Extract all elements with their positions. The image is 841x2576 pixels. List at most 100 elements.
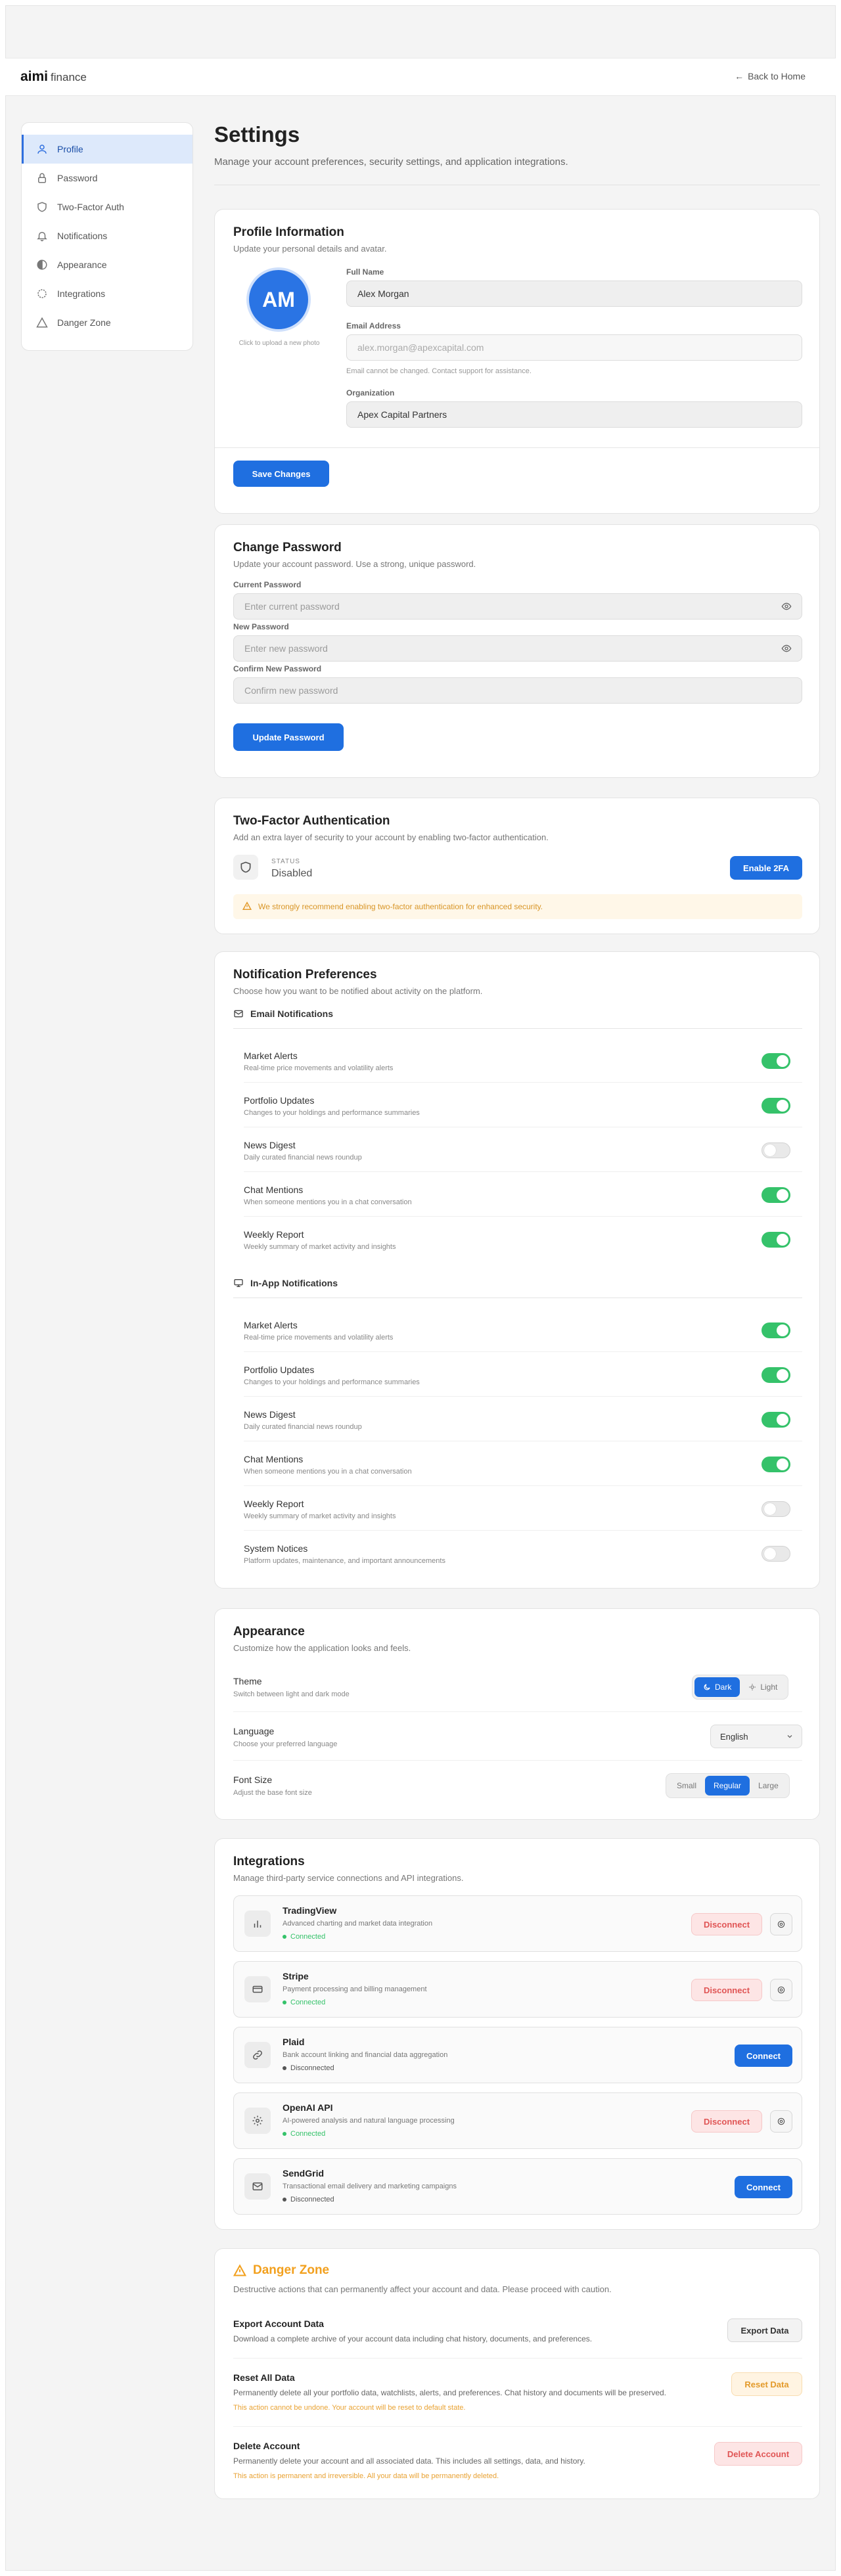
- toggle-switch[interactable]: [761, 1412, 790, 1428]
- brand-logo[interactable]: aimi finance: [20, 69, 87, 85]
- sidebar-item-password[interactable]: Password: [22, 164, 193, 192]
- email-hint: Email cannot be changed. Contact support…: [346, 367, 532, 375]
- toggle-switch[interactable]: [761, 1098, 790, 1114]
- list-item: Weekly Report Weekly summary of market a…: [244, 1229, 802, 1251]
- toggle-switch[interactable]: [761, 1142, 790, 1158]
- notif-desc: Changes to your holdings and performance…: [244, 1109, 420, 1117]
- bar-chart-icon: [244, 1910, 271, 1937]
- theme-light-label: Light: [760, 1683, 778, 1692]
- shield-icon: [233, 855, 258, 880]
- confirm-password-input[interactable]: Confirm new password: [233, 677, 802, 704]
- sidebar-item-appearance[interactable]: Appearance: [22, 250, 193, 279]
- page-header: Settings Manage your account preferences…: [214, 122, 820, 185]
- gear-icon[interactable]: [770, 2110, 792, 2133]
- section-heading-label: Email Notifications: [250, 1008, 334, 1019]
- toggle-switch[interactable]: [761, 1367, 790, 1383]
- section-heading-label: In-App Notifications: [250, 1278, 338, 1288]
- disconnect-button[interactable]: Disconnect: [691, 2110, 762, 2133]
- save-changes-button[interactable]: Save Changes: [233, 461, 329, 487]
- delete-account-button[interactable]: Delete Account: [714, 2442, 802, 2466]
- sidebar-item-label: Two-Factor Auth: [57, 202, 124, 212]
- sidebar-item-two-factor[interactable]: Two-Factor Auth: [22, 192, 193, 221]
- danger-zone-title-text: Danger Zone: [253, 2263, 330, 2277]
- appearance-title: Appearance: [233, 1625, 305, 1638]
- delete-desc: Permanently delete your account and all …: [233, 2456, 585, 2466]
- sidebar-item-notifications[interactable]: Notifications: [22, 221, 193, 250]
- eye-icon[interactable]: [781, 643, 792, 654]
- toggle-switch[interactable]: [761, 1322, 790, 1338]
- eye-icon[interactable]: [781, 601, 792, 612]
- export-data-button[interactable]: Export Data: [727, 2318, 802, 2342]
- integration-desc: Transactional email delivery and marketi…: [283, 2182, 457, 2190]
- disconnect-button[interactable]: Disconnect: [691, 1979, 762, 2001]
- avatar[interactable]: AM: [246, 267, 311, 332]
- integrations-subtitle: Manage third-party service connections a…: [233, 1873, 464, 1883]
- row-divider: [244, 1396, 802, 1397]
- list-item: System Notices Platform updates, mainten…: [244, 1543, 802, 1565]
- email-label: Email Address: [346, 321, 401, 330]
- language-desc: Choose your preferred language: [233, 1740, 338, 1748]
- back-label: Back to Home: [748, 71, 806, 81]
- export-desc: Download a complete archive of your acco…: [233, 2334, 593, 2343]
- status-text: Connected: [290, 1999, 326, 2006]
- organization-input[interactable]: Apex Capital Partners: [346, 401, 802, 428]
- warning-icon: [36, 317, 48, 328]
- connect-button[interactable]: Connect: [735, 2176, 792, 2198]
- toggle-switch[interactable]: [761, 1232, 790, 1248]
- gear-icon[interactable]: [770, 1913, 792, 1935]
- theme-light-option[interactable]: Light: [740, 1677, 786, 1697]
- new-password-label: New Password: [233, 622, 289, 631]
- status-label: STATUS: [271, 858, 300, 865]
- notif-desc: Real-time price movements and volatility…: [244, 1334, 394, 1342]
- notif-desc: Daily curated financial news roundup: [244, 1423, 362, 1431]
- toggle-switch[interactable]: [761, 1546, 790, 1562]
- full-name-input[interactable]: Alex Morgan: [346, 281, 802, 307]
- card-divider: [215, 447, 819, 448]
- enable-2fa-button[interactable]: Enable 2FA: [730, 856, 802, 880]
- status-text: Connected: [290, 2130, 326, 2138]
- gear-icon[interactable]: [770, 1979, 792, 2001]
- notif-desc: Daily curated financial news roundup: [244, 1154, 362, 1162]
- email-input[interactable]: alex.morgan@apexcapital.com: [346, 334, 802, 361]
- sidebar-item-danger-zone[interactable]: Danger Zone: [22, 308, 193, 337]
- notif-desc: When someone mentions you in a chat conv…: [244, 1468, 412, 1476]
- status-badge: Disconnected: [283, 2196, 334, 2203]
- list-item: Weekly Report Weekly summary of market a…: [244, 1499, 802, 1520]
- profile-subtitle: Update your personal details and avatar.: [233, 244, 387, 254]
- font-small-option[interactable]: Small: [668, 1776, 705, 1796]
- sidebar-item-label: Appearance: [57, 260, 107, 270]
- toggle-switch[interactable]: [761, 1053, 790, 1069]
- notifications-title: Notification Preferences: [233, 968, 377, 982]
- sidebar-item-profile[interactable]: Profile: [22, 135, 193, 164]
- danger-zone-title: Danger Zone: [233, 2263, 329, 2278]
- back-to-home-link[interactable]: ← Back to Home: [735, 71, 806, 81]
- font-size-toggle: Small Regular Large: [666, 1773, 790, 1798]
- row-divider: [233, 2358, 802, 2359]
- reset-data-button[interactable]: Reset Data: [731, 2372, 802, 2396]
- page-title: Settings: [214, 122, 300, 147]
- toggle-switch[interactable]: [761, 1457, 790, 1472]
- current-password-input[interactable]: Enter current password: [233, 593, 802, 620]
- connect-button[interactable]: Connect: [735, 2045, 792, 2067]
- theme-dark-option[interactable]: Dark: [694, 1677, 740, 1697]
- update-password-button[interactable]: Update Password: [233, 723, 344, 751]
- new-password-input[interactable]: Enter new password: [233, 635, 802, 662]
- integration-openai: OpenAI API AI-powered analysis and natur…: [233, 2092, 802, 2149]
- notif-title: Chat Mentions: [244, 1185, 304, 1195]
- font-regular-option[interactable]: Regular: [705, 1776, 750, 1796]
- integration-tradingview: TradingView Advanced charting and market…: [233, 1895, 802, 1952]
- toggle-switch[interactable]: [761, 1501, 790, 1517]
- font-large-option[interactable]: Large: [750, 1776, 787, 1796]
- integration-name: Plaid: [283, 2037, 305, 2047]
- sidebar-item-label: Integrations: [57, 288, 106, 299]
- sidebar-item-label: Notifications: [57, 231, 108, 241]
- integration-desc: AI-powered analysis and natural language…: [283, 2117, 455, 2125]
- notif-title: Weekly Report: [244, 1499, 304, 1509]
- integration-desc: Advanced charting and market data integr…: [283, 1920, 433, 1928]
- disconnect-button[interactable]: Disconnect: [691, 1913, 762, 1935]
- theme-dark-label: Dark: [715, 1683, 732, 1692]
- sidebar-item-integrations[interactable]: Integrations: [22, 279, 193, 308]
- toggle-switch[interactable]: [761, 1187, 790, 1203]
- status-badge: Connected: [283, 1999, 325, 2006]
- language-select[interactable]: English: [710, 1725, 802, 1748]
